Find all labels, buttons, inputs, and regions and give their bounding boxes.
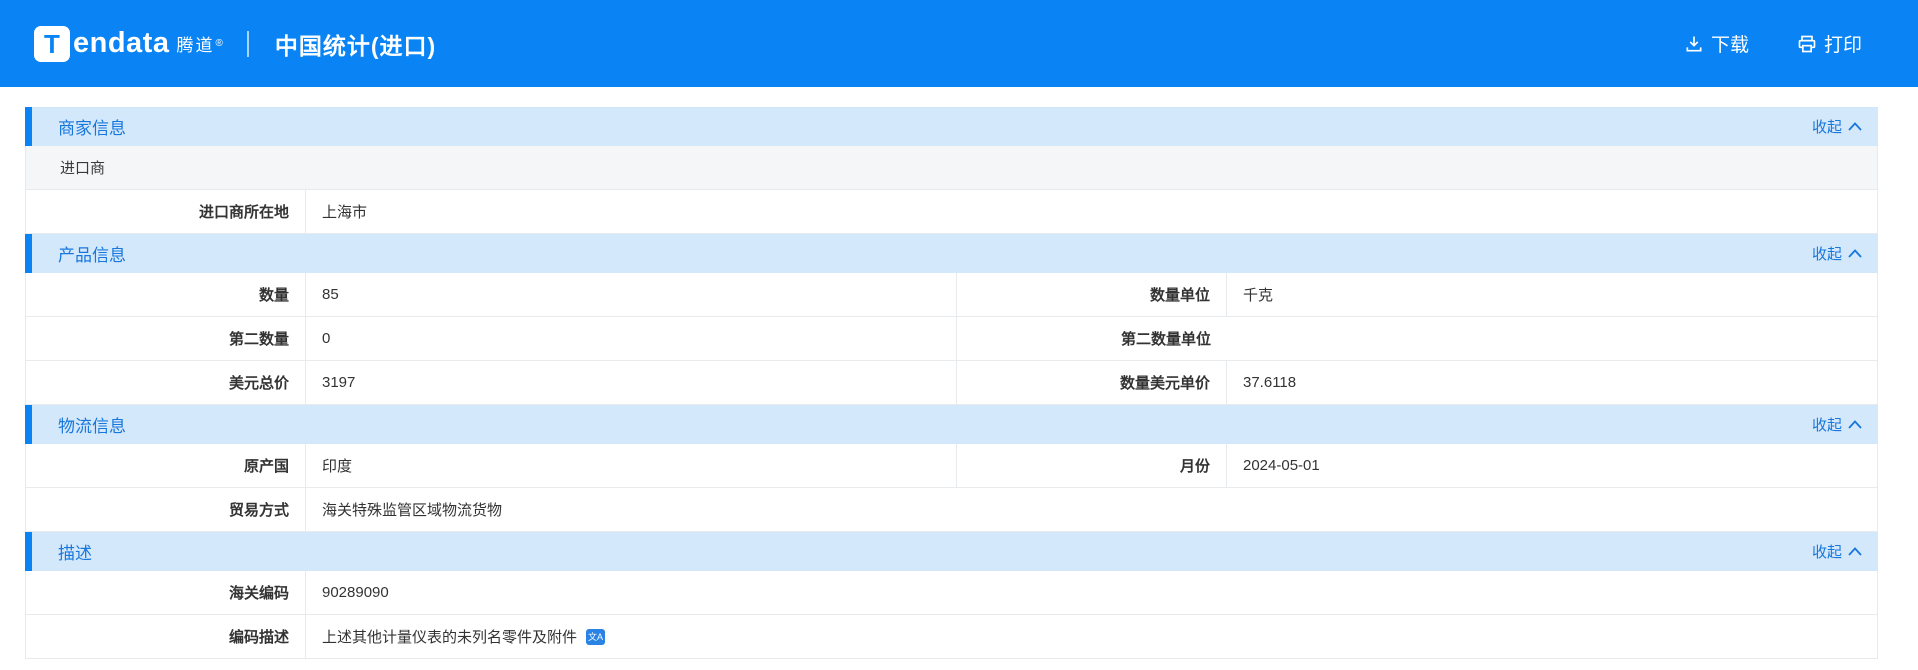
- hs-description-text: 上述其他计量仪表的未列名零件及附件: [322, 629, 578, 646]
- table-row: 美元总价 3197 数量美元单价 37.6118: [25, 361, 1878, 405]
- table-row: 原产国 印度 月份 2024-05-01: [25, 444, 1878, 488]
- field-label: 原产国: [26, 444, 306, 487]
- brand-cn-name: 腾道: [176, 36, 215, 55]
- title-divider: [246, 30, 249, 57]
- table-row: 数量 85 数量单位 千克: [25, 273, 1878, 317]
- field-value: [1227, 317, 1877, 360]
- field-label: 海关编码: [26, 571, 306, 614]
- field-value: 37.6118: [1243, 374, 1297, 391]
- section-header: 产品信息 收起: [25, 234, 1878, 273]
- section-product-info: 产品信息 收起 数量 85 数量单位 千克 第二数量 0 第二数量单位 美元总价…: [25, 234, 1878, 405]
- collapse-label: 收起: [1811, 544, 1842, 561]
- brand-wordmark: endata: [73, 27, 170, 59]
- section-accent-bar: [25, 234, 32, 273]
- print-label: 打印: [1823, 35, 1862, 56]
- collapse-label: 收起: [1811, 119, 1842, 136]
- app-header: T endata 腾道 ® 中国统计(进口) 下载 打印: [0, 0, 1918, 87]
- field-label: 月份: [957, 444, 1227, 487]
- collapse-button[interactable]: 收起: [1812, 243, 1862, 264]
- field-label: 数量美元单价: [957, 361, 1227, 404]
- section-header: 商家信息 收起: [25, 107, 1878, 146]
- chevron-up-icon: [1848, 420, 1862, 429]
- field-label: 进口商所在地: [26, 190, 306, 233]
- logo-letter: T: [44, 28, 60, 59]
- table-row: 贸易方式 海关特殊监管区域物流货物: [25, 488, 1878, 532]
- section-title: 商家信息: [58, 119, 126, 138]
- tendata-logo-icon: T: [34, 25, 70, 62]
- collapse-label: 收起: [1811, 417, 1842, 434]
- section-accent-bar: [25, 405, 32, 444]
- field-value: 千克: [1243, 287, 1274, 304]
- translate-icon[interactable]: 文A: [586, 628, 606, 645]
- field-value: 印度: [306, 444, 957, 487]
- field-label: 第二数量单位: [1120, 331, 1211, 348]
- section-merchant-info: 商家信息 收起 进口商 进口商所在地 上海市: [25, 107, 1878, 234]
- table-row: 第二数量 0 第二数量单位: [25, 317, 1878, 361]
- field-value: 0: [306, 317, 957, 360]
- chevron-up-icon: [1848, 249, 1862, 258]
- field-label: 编码描述: [26, 615, 306, 658]
- section-title: 物流信息: [58, 417, 126, 436]
- field-value: 2024-05-01: [1243, 457, 1320, 474]
- table-row: 进口商: [25, 146, 1878, 190]
- table-row: 海关编码 90289090: [25, 571, 1878, 615]
- table-row: 编码描述 上述其他计量仪表的未列名零件及附件 文A: [25, 615, 1878, 659]
- collapse-button[interactable]: 收起: [1812, 414, 1862, 435]
- chevron-up-icon: [1848, 547, 1862, 556]
- field-value: 3197: [306, 361, 957, 404]
- table-row: 进口商所在地 上海市: [25, 190, 1878, 234]
- section-title: 产品信息: [58, 246, 126, 265]
- field-label: 数量单位: [957, 273, 1227, 316]
- download-label: 下载: [1710, 35, 1749, 56]
- section-accent-bar: [25, 107, 32, 146]
- importer-label: 进口商: [60, 160, 106, 177]
- chevron-up-icon: [1848, 122, 1862, 131]
- collapse-button[interactable]: 收起: [1812, 541, 1862, 562]
- field-label: 美元总价: [26, 361, 306, 404]
- field-label: 贸易方式: [26, 488, 306, 531]
- section-header: 描述 收起: [25, 532, 1878, 571]
- page-title: 中国统计(进口): [274, 32, 437, 59]
- section-accent-bar: [25, 532, 32, 571]
- download-button[interactable]: 下载: [1684, 30, 1749, 57]
- field-label: 第二数量: [26, 317, 306, 360]
- field-value: 上海市: [322, 204, 368, 221]
- field-value: 85: [306, 273, 957, 316]
- field-label: 数量: [26, 273, 306, 316]
- section-header: 物流信息 收起: [25, 405, 1878, 444]
- section-title: 描述: [58, 544, 92, 563]
- section-description: 描述 收起 海关编码 90289090 编码描述 上述其他计量仪表的未列名零件及…: [25, 532, 1878, 659]
- brand-logo[interactable]: T endata 腾道 ®: [34, 25, 223, 62]
- download-icon: [1686, 36, 1702, 51]
- field-value: 上述其他计量仪表的未列名零件及附件 文A: [306, 615, 1877, 658]
- print-button[interactable]: 打印: [1797, 30, 1862, 57]
- detail-panel: 商家信息 收起 进口商 进口商所在地 上海市 产品信息 收起 数量 85 数量单…: [25, 107, 1878, 659]
- print-icon: [1798, 35, 1816, 52]
- section-logistics-info: 物流信息 收起 原产国 印度 月份 2024-05-01 贸易方式 海关特殊监管…: [25, 405, 1878, 532]
- field-value: 海关特殊监管区域物流货物: [322, 502, 503, 519]
- field-value: 90289090: [322, 584, 389, 601]
- registered-mark: ®: [215, 38, 223, 49]
- collapse-label: 收起: [1811, 246, 1842, 263]
- collapse-button[interactable]: 收起: [1812, 116, 1862, 137]
